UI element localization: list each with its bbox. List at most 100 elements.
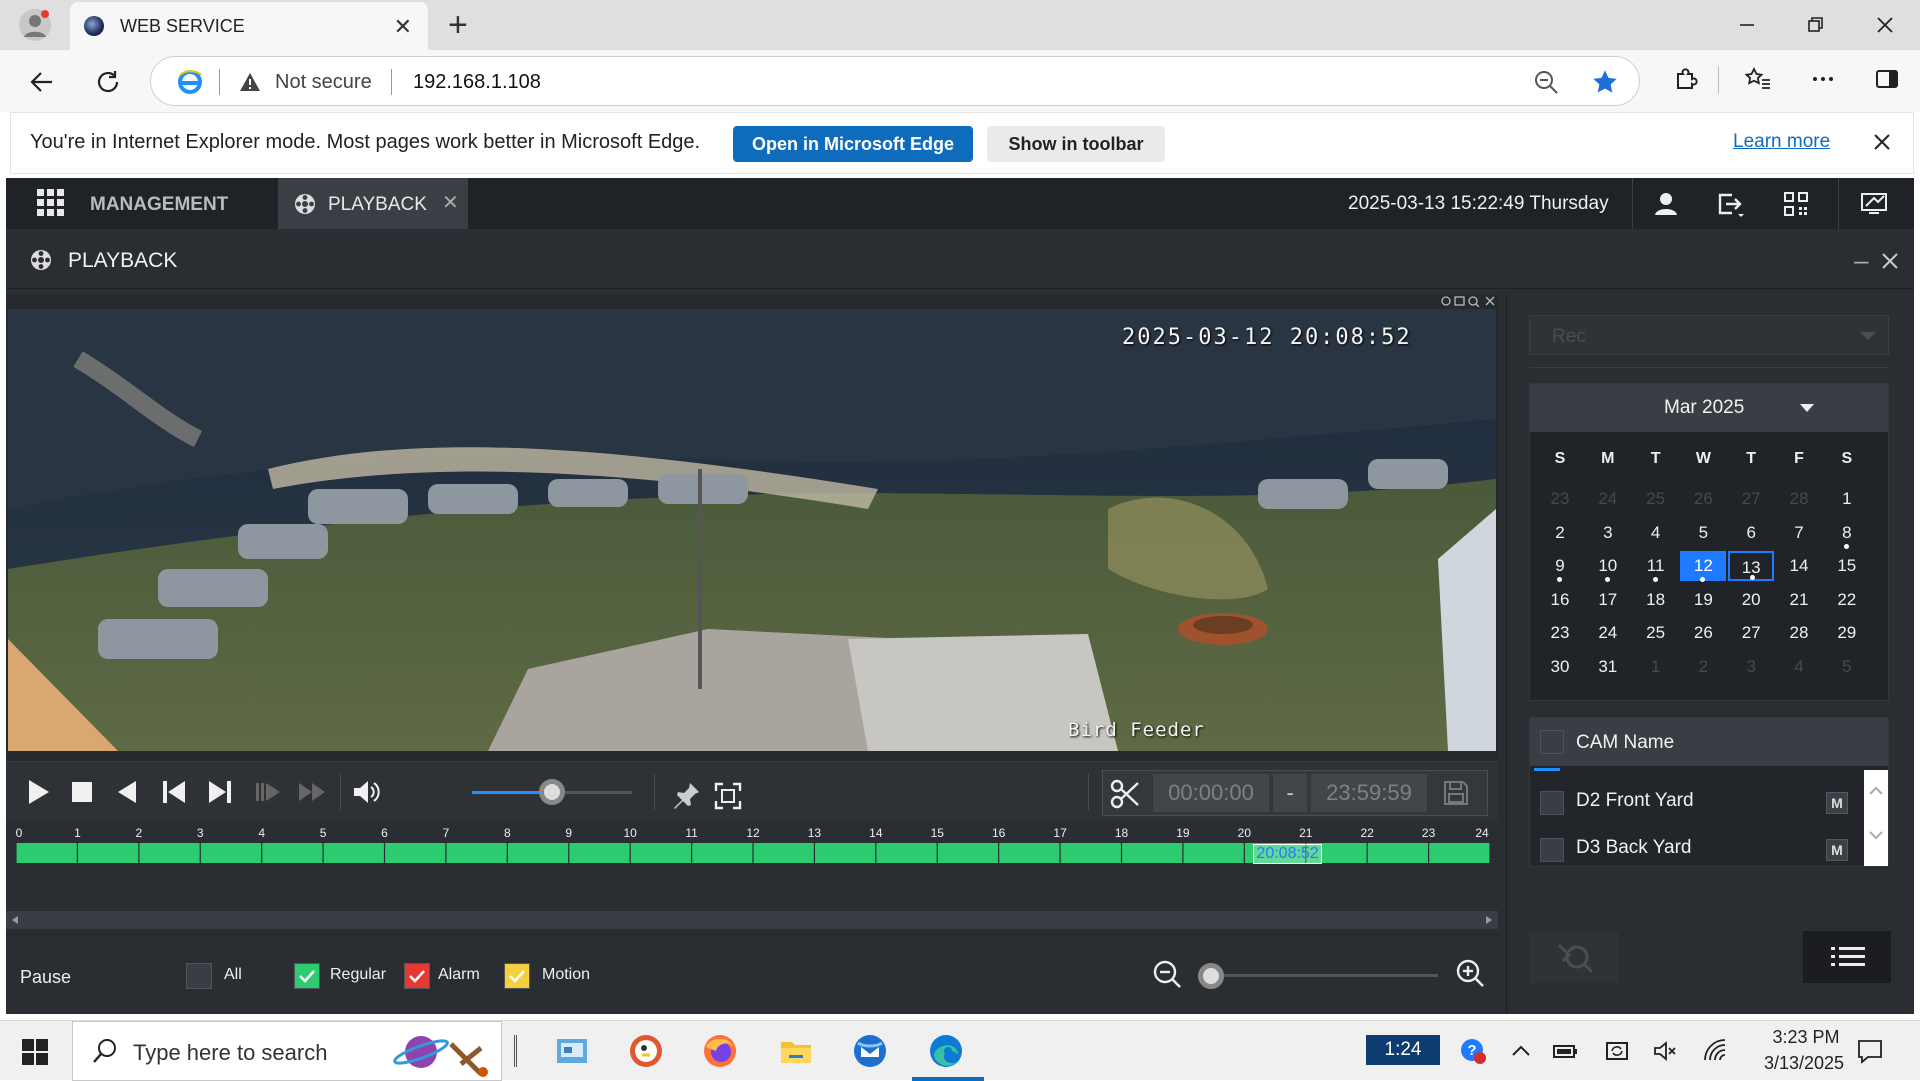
stop-icon[interactable] xyxy=(66,776,98,808)
calendar-day[interactable]: 28 xyxy=(1776,618,1822,648)
favorite-star-icon[interactable] xyxy=(1591,68,1619,96)
legend-checkbox-alarm[interactable] xyxy=(404,963,430,989)
volume-slider-handle[interactable] xyxy=(539,779,565,805)
notification-icon[interactable] xyxy=(1856,1037,1884,1065)
camera-list-scrollbar[interactable] xyxy=(1864,770,1888,866)
not-secure-label[interactable]: Not secure xyxy=(275,71,372,94)
panel-minimize-button[interactable]: – xyxy=(1854,245,1868,276)
calendar-day[interactable]: 11 xyxy=(1633,551,1679,583)
previous-icon[interactable] xyxy=(158,776,190,808)
video-toolbar-icons[interactable] xyxy=(1440,295,1498,307)
warning-icon[interactable] xyxy=(239,71,261,93)
wifi-icon[interactable] xyxy=(1702,1038,1728,1064)
calendar-day[interactable]: 5 xyxy=(1680,518,1726,548)
calendar-header[interactable]: Mar 2025 xyxy=(1530,384,1888,432)
play-icon[interactable] xyxy=(22,776,54,808)
calendar-day[interactable]: 4 xyxy=(1776,652,1822,682)
camera-checkbox[interactable] xyxy=(1540,791,1564,815)
open-in-edge-button[interactable]: Open in Microsoft Edge xyxy=(733,126,973,162)
calendar-day[interactable]: 28 xyxy=(1776,484,1822,514)
ie-mode-icon[interactable] xyxy=(177,69,203,95)
refresh-icon[interactable] xyxy=(92,66,124,98)
zoom-in-icon[interactable] xyxy=(1454,957,1486,989)
help-alert-icon[interactable]: ? xyxy=(1460,1038,1486,1064)
calendar-day[interactable]: 23 xyxy=(1537,484,1583,514)
timeline-cursor-time[interactable]: 20:08:52 xyxy=(1253,844,1322,864)
restore-icon[interactable] xyxy=(1800,10,1830,40)
frame-step-icon[interactable] xyxy=(252,776,284,808)
back-icon[interactable] xyxy=(26,66,58,98)
calendar-day[interactable]: 19 xyxy=(1680,585,1726,615)
control-panel-icon[interactable] xyxy=(554,1033,590,1069)
calendar-day[interactable]: 14 xyxy=(1776,551,1822,581)
smart-search-button[interactable] xyxy=(1529,931,1619,983)
network-sync-icon[interactable] xyxy=(1604,1038,1630,1064)
calendar-day[interactable]: 20 xyxy=(1728,585,1774,615)
calendar-day[interactable]: 13 xyxy=(1728,551,1775,582)
scroll-left-icon[interactable] xyxy=(10,915,20,925)
windows-start-icon[interactable] xyxy=(22,1039,48,1065)
calendar-day[interactable]: 25 xyxy=(1633,484,1679,514)
camera-checkbox[interactable] xyxy=(1540,838,1564,862)
management-tab[interactable]: MANAGEMENT xyxy=(90,194,228,216)
timeline-scrollbar[interactable] xyxy=(6,911,1498,929)
logout-icon[interactable] xyxy=(1714,188,1746,220)
extensions-icon[interactable] xyxy=(1670,64,1700,94)
timeline[interactable]: 0 1 2 3 4 5 6 7 8 9 10 11 12 13 14 15 16 17 18 19 20 21 22 23 24… xyxy=(6,821,1498,933)
scissors-icon[interactable] xyxy=(1109,778,1141,810)
file-explorer-icon[interactable] xyxy=(778,1033,814,1069)
scroll-right-icon[interactable] xyxy=(1484,915,1494,925)
new-tab-button[interactable]: + xyxy=(448,6,468,45)
calendar-day[interactable]: 8 xyxy=(1824,518,1870,549)
record-type-select[interactable]: Rec xyxy=(1529,315,1889,355)
display-icon[interactable] xyxy=(1858,188,1890,220)
calendar-day[interactable]: 7 xyxy=(1776,518,1822,548)
calendar-day[interactable]: 4 xyxy=(1633,518,1679,548)
calendar-day[interactable]: 24 xyxy=(1585,484,1631,514)
speaker-muted-icon[interactable] xyxy=(1652,1038,1678,1064)
next-icon[interactable] xyxy=(204,776,236,808)
tab-playback-close-button[interactable]: ✕ xyxy=(442,190,459,215)
duckduckgo-icon[interactable] xyxy=(628,1033,664,1069)
save-icon[interactable] xyxy=(1441,778,1471,808)
calendar-day[interactable]: 9 xyxy=(1537,551,1583,583)
clock-date[interactable]: 3/13/2025 xyxy=(1742,1053,1866,1074)
thunderbird-icon[interactable] xyxy=(852,1033,888,1069)
clip-start-time[interactable]: 00:00:00 xyxy=(1153,774,1269,812)
calendar-day[interactable]: 16 xyxy=(1537,585,1583,615)
zoom-out-icon[interactable] xyxy=(1152,959,1182,989)
show-in-toolbar-button[interactable]: Show in toolbar xyxy=(987,126,1165,162)
calendar-day[interactable]: 31 xyxy=(1585,652,1631,682)
calendar-day[interactable]: 5 xyxy=(1824,652,1870,682)
file-list-button[interactable] xyxy=(1803,931,1891,983)
calendar-day[interactable]: 3 xyxy=(1585,518,1631,548)
calendar-day[interactable]: 1 xyxy=(1633,652,1679,682)
calendar-day[interactable]: 12 xyxy=(1680,551,1727,583)
timer-badge[interactable]: 1:24 xyxy=(1366,1035,1440,1065)
tab-playback[interactable]: PLAYBACK ✕ xyxy=(278,178,468,229)
favorites-icon[interactable] xyxy=(1742,64,1772,94)
reverse-play-icon[interactable] xyxy=(112,776,144,808)
calendar-day[interactable]: 26 xyxy=(1680,484,1726,514)
calendar-day[interactable]: 23 xyxy=(1537,618,1583,648)
calendar-day[interactable]: 18 xyxy=(1633,585,1679,615)
zoom-icon[interactable] xyxy=(1533,69,1559,95)
calendar-day[interactable]: 27 xyxy=(1728,618,1774,648)
tab-close-button[interactable]: ✕ xyxy=(394,14,412,40)
fullscreen-icon[interactable] xyxy=(712,780,744,812)
calendar-day[interactable]: 21 xyxy=(1776,585,1822,615)
minimize-icon[interactable] xyxy=(1732,10,1762,40)
profile-icon[interactable] xyxy=(18,8,52,42)
battery-icon[interactable] xyxy=(1552,1038,1578,1064)
calendar-day[interactable]: 24 xyxy=(1585,618,1631,648)
timeline-zoom-handle[interactable] xyxy=(1198,963,1224,989)
address-bar[interactable]: Not secure 192.168.1.108 xyxy=(150,56,1640,106)
timeline-zoom-track[interactable] xyxy=(1212,974,1438,977)
window-close-icon[interactable] xyxy=(1870,10,1900,40)
calendar-month[interactable]: Mar 2025 xyxy=(1664,397,1744,419)
calendar-day[interactable]: 2 xyxy=(1537,518,1583,548)
edge-icon[interactable] xyxy=(928,1033,964,1069)
calendar-day[interactable]: 27 xyxy=(1728,484,1774,514)
calendar-day[interactable]: 15 xyxy=(1824,551,1870,581)
taskbar-search[interactable]: Type here to search xyxy=(72,1021,502,1081)
